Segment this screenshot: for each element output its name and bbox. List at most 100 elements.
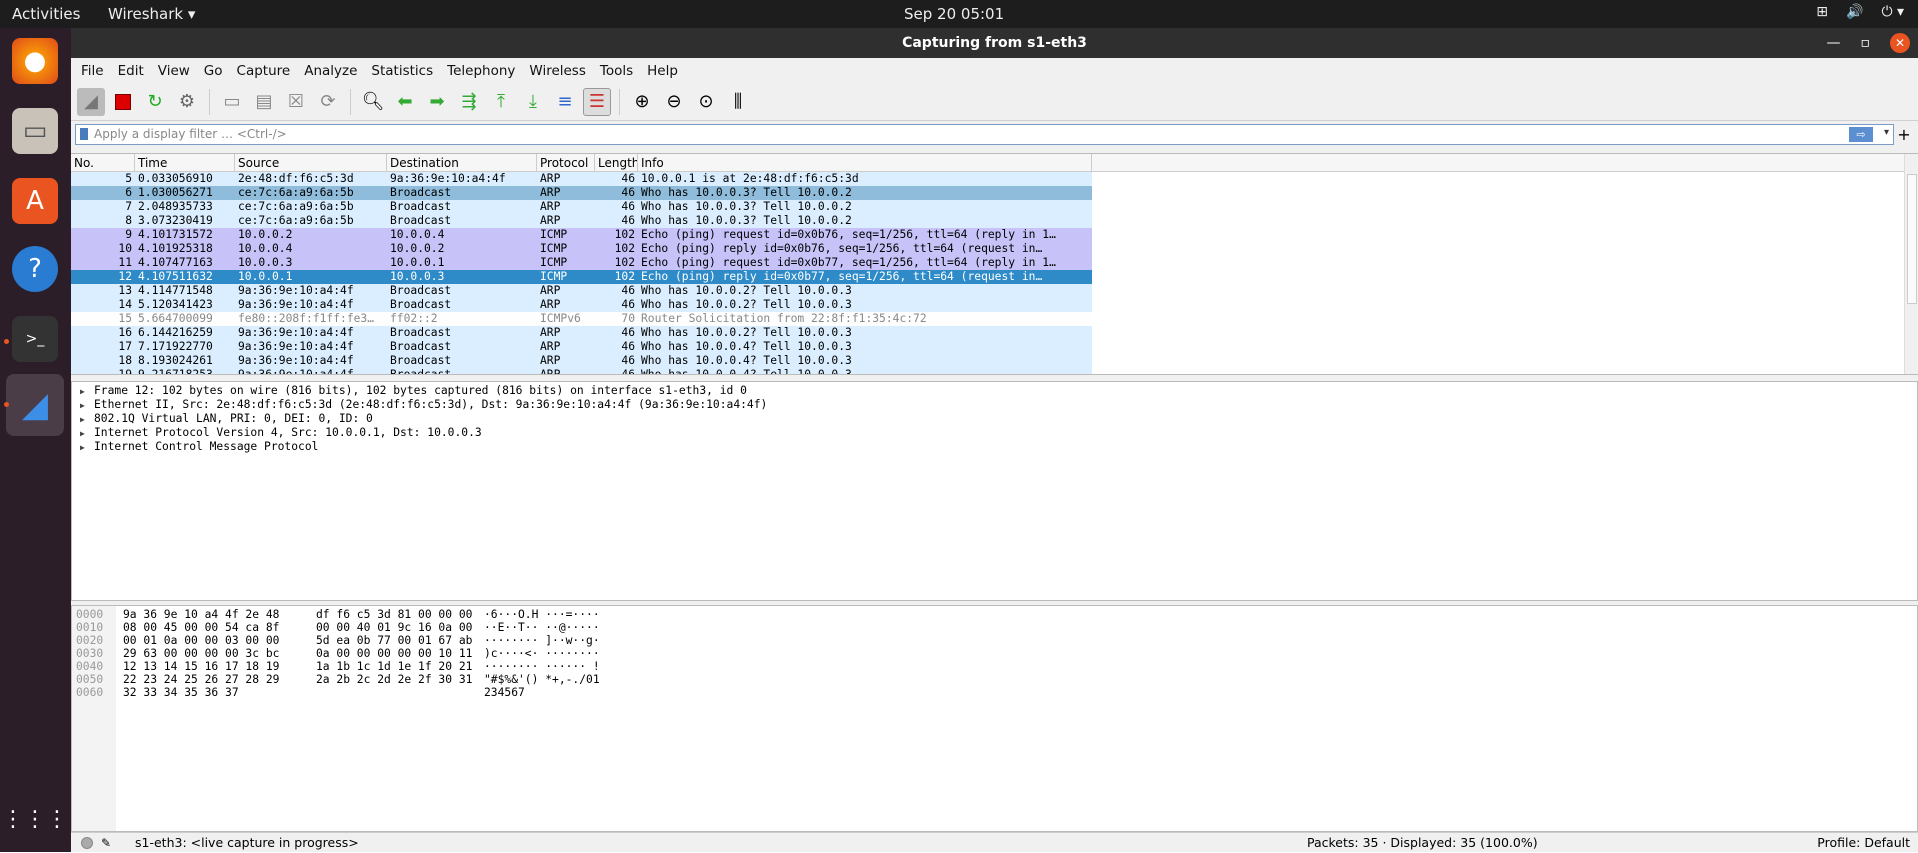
help-icon[interactable]: ? [12, 246, 58, 292]
terminal-icon[interactable]: >_ [12, 316, 58, 362]
detail-tree-item[interactable]: ▶ Internet Control Message Protocol [72, 440, 1917, 454]
power-icon[interactable]: ⏻ ▾ [1881, 4, 1904, 20]
packet-list-scrollbar[interactable] [1904, 154, 1918, 374]
hex-bytes[interactable]: 9a 36 9e 10 a4 4f 2e 48 [123, 608, 279, 621]
profile-selector[interactable]: Profile: Default [1817, 833, 1910, 853]
detail-tree-item[interactable]: ▶ 802.1Q Virtual LAN, PRI: 0, DEI: 0, ID:… [72, 412, 1917, 426]
hex-bytes[interactable]: 0a 00 00 00 00 00 10 11 [316, 647, 472, 660]
firefox-icon[interactable]: ● [12, 38, 58, 84]
first-packet-icon[interactable]: ⤒ [487, 88, 515, 116]
column-header-length[interactable]: Length [595, 154, 638, 171]
packet-row[interactable]: 12 4.107511632 10.0.0.1 10.0.0.3 ICMP 102 Echo… [71, 270, 1092, 284]
close-file-icon[interactable]: ☒ [282, 88, 310, 116]
menu-telephony[interactable]: Telephony [447, 63, 515, 79]
column-header-info[interactable]: Info [638, 154, 1092, 171]
system-tray[interactable]: ⊞ 🔊 ⏻ ▾ [1816, 4, 1904, 20]
hex-bytes[interactable]: 1a 1b 1c 1d 1e 1f 20 21 [316, 660, 472, 673]
packet-row[interactable]: 6 1.030056271 ce:7c:6a:a9:6a:5b Broadcast AR… [71, 186, 1092, 200]
zoom-out-icon[interactable]: ⊖ [660, 88, 688, 116]
add-filter-button[interactable]: + [1894, 125, 1914, 144]
go-to-packet-icon[interactable]: ⇶ [455, 88, 483, 116]
stop-capture-icon[interactable] [109, 88, 137, 116]
maximize-button[interactable]: ▫ [1861, 28, 1871, 58]
filter-history-dropdown[interactable]: ▾ [1884, 127, 1889, 138]
bookmark-icon[interactable] [80, 128, 88, 140]
start-capture-icon[interactable]: ◢ [77, 87, 105, 116]
packet-row[interactable]: 9 4.101731572 10.0.0.2 10.0.0.4 ICMP 102 Echo … [71, 228, 1092, 242]
ascii-bytes[interactable]: )c····<· ········ [484, 647, 600, 660]
expand-arrow-icon[interactable]: ▶ [80, 441, 94, 455]
scrollbar-thumb[interactable] [1907, 174, 1917, 304]
minimize-button[interactable]: — [1827, 28, 1841, 58]
ascii-bytes[interactable]: ········ ······ ! [484, 660, 600, 673]
activities-button[interactable]: Activities [12, 5, 80, 23]
zoom-in-icon[interactable]: ⊕ [628, 88, 656, 116]
files-icon[interactable]: ▭ [12, 108, 58, 154]
find-packet-icon[interactable]: 🔍︎ [359, 88, 387, 116]
packet-row[interactable]: 11 4.107477163 10.0.0.3 10.0.0.1 ICMP 102 Echo… [71, 256, 1092, 270]
packet-details[interactable]: ▶ Frame 12: 102 bytes on wire (816 bits),… [71, 381, 1918, 601]
menu-statistics[interactable]: Statistics [371, 63, 433, 79]
capture-comment-icon[interactable]: ✎ [101, 833, 111, 853]
packet-row[interactable]: 5 0.033056910 2e:48:df:f6:c5:3d 9a:36:9e:10… [71, 172, 1092, 186]
hex-bytes[interactable]: df f6 c5 3d 81 00 00 00 [316, 608, 472, 621]
hex-bytes[interactable]: 22 23 24 25 26 27 28 29 [123, 673, 279, 686]
last-packet-icon[interactable]: ⤓ [519, 88, 547, 116]
reload-file-icon[interactable]: ⟳ [314, 88, 342, 116]
packet-row[interactable]: 18 8.193024261 9a:36:9e:10:a4:4f Broadcast A… [71, 354, 1092, 368]
open-file-icon[interactable]: ▭ [218, 88, 246, 116]
expand-arrow-icon[interactable]: ▶ [80, 427, 94, 441]
packet-row[interactable]: 14 5.120341423 9a:36:9e:10:a4:4f Broadcast A… [71, 298, 1092, 312]
colorize-icon[interactable]: ☰ [583, 87, 611, 116]
column-header-time[interactable]: Time [135, 154, 235, 171]
expand-arrow-icon[interactable]: ▶ [80, 399, 94, 413]
packet-row[interactable]: 13 4.114771548 9a:36:9e:10:a4:4f Broadcast A… [71, 284, 1092, 298]
network-icon[interactable]: ⊞ [1816, 4, 1828, 20]
clock[interactable]: Sep 20 05:01 [904, 5, 1004, 23]
packet-row[interactable]: 15 5.664700099 fe80::208f:f1ff:fe3… ff02::2… [71, 312, 1092, 326]
capture-options-icon[interactable]: ⚙ [173, 88, 201, 116]
expand-arrow-icon[interactable]: ▶ [80, 413, 94, 427]
autoscroll-icon[interactable]: ≡ [551, 88, 579, 116]
menu-go[interactable]: Go [204, 63, 223, 79]
packet-list[interactable]: No. Time Source Destination Protocol Length In… [71, 153, 1918, 375]
packet-row[interactable]: 7 2.048935733 ce:7c:6a:a9:6a:5b Broadcast AR… [71, 200, 1092, 214]
hex-bytes[interactable]: 2a 2b 2c 2d 2e 2f 30 31 [316, 673, 472, 686]
go-back-icon[interactable]: ⬅ [391, 88, 419, 116]
display-filter-input[interactable]: Apply a display filter … <Ctrl-/> ⇨ ▾ [75, 123, 1894, 145]
hex-bytes[interactable]: 00 00 40 01 9c 16 0a 00 [316, 621, 472, 634]
packet-row[interactable]: 8 3.073230419 ce:7c:6a:a9:6a:5b Broadcast AR… [71, 214, 1092, 228]
expand-arrow-icon[interactable]: ▶ [80, 385, 94, 399]
packet-row[interactable]: 16 6.144216259 9a:36:9e:10:a4:4f Broadcast A… [71, 326, 1092, 340]
packet-row[interactable]: 17 7.171922770 9a:36:9e:10:a4:4f Broadcast A… [71, 340, 1092, 354]
ascii-bytes[interactable]: ··E··T·· ··@····· [484, 621, 600, 634]
hex-bytes[interactable]: 5d ea 0b 77 00 01 67 ab [316, 634, 472, 647]
packet-bytes[interactable]: 0000 9a 36 9e 10 a4 4f 2e 48 df f6 c5 3d 8… [71, 605, 1918, 832]
volume-icon[interactable]: 🔊 [1846, 4, 1863, 20]
restart-capture-icon[interactable]: ↻ [141, 88, 169, 116]
app-menu[interactable]: Wireshark ▾ [108, 5, 195, 23]
packet-row[interactable]: 19 9.216718253 9a:36:9e:10:a4:4f Broadcast A… [71, 368, 1092, 374]
save-file-icon[interactable]: ▤ [250, 88, 278, 116]
column-header-source[interactable]: Source [235, 154, 387, 171]
ascii-bytes[interactable]: "#$%&'() *+,-./01 [484, 673, 600, 686]
detail-tree-item[interactable]: ▶ Ethernet II, Src: 2e:48:df:f6:c5:3d (2e… [72, 398, 1917, 412]
zoom-reset-icon[interactable]: ⊙ [692, 88, 720, 116]
menu-view[interactable]: View [158, 63, 190, 79]
menu-wireless[interactable]: Wireless [529, 63, 586, 79]
column-header-destination[interactable]: Destination [387, 154, 537, 171]
menu-tools[interactable]: Tools [600, 63, 633, 79]
expert-info-icon[interactable] [81, 837, 93, 849]
detail-tree-item[interactable]: ▶ Frame 12: 102 bytes on wire (816 bits),… [72, 384, 1917, 398]
menu-file[interactable]: File [81, 63, 104, 79]
ascii-bytes[interactable]: ·6···O.H ···=···· [484, 608, 600, 621]
detail-tree-item[interactable]: ▶ Internet Protocol Version 4, Src: 10.0.… [72, 426, 1917, 440]
column-header-protocol[interactable]: Protocol [537, 154, 595, 171]
column-header-no[interactable]: No. [71, 154, 135, 171]
close-button[interactable]: ✕ [1890, 33, 1910, 53]
wireshark-icon[interactable]: ◢ [6, 374, 64, 436]
hex-bytes[interactable]: 08 00 45 00 00 54 ca 8f [123, 621, 279, 634]
menu-capture[interactable]: Capture [237, 63, 291, 79]
hex-bytes[interactable]: 29 63 00 00 00 00 3c bc [123, 647, 279, 660]
apply-filter-button[interactable]: ⇨ [1849, 126, 1873, 142]
